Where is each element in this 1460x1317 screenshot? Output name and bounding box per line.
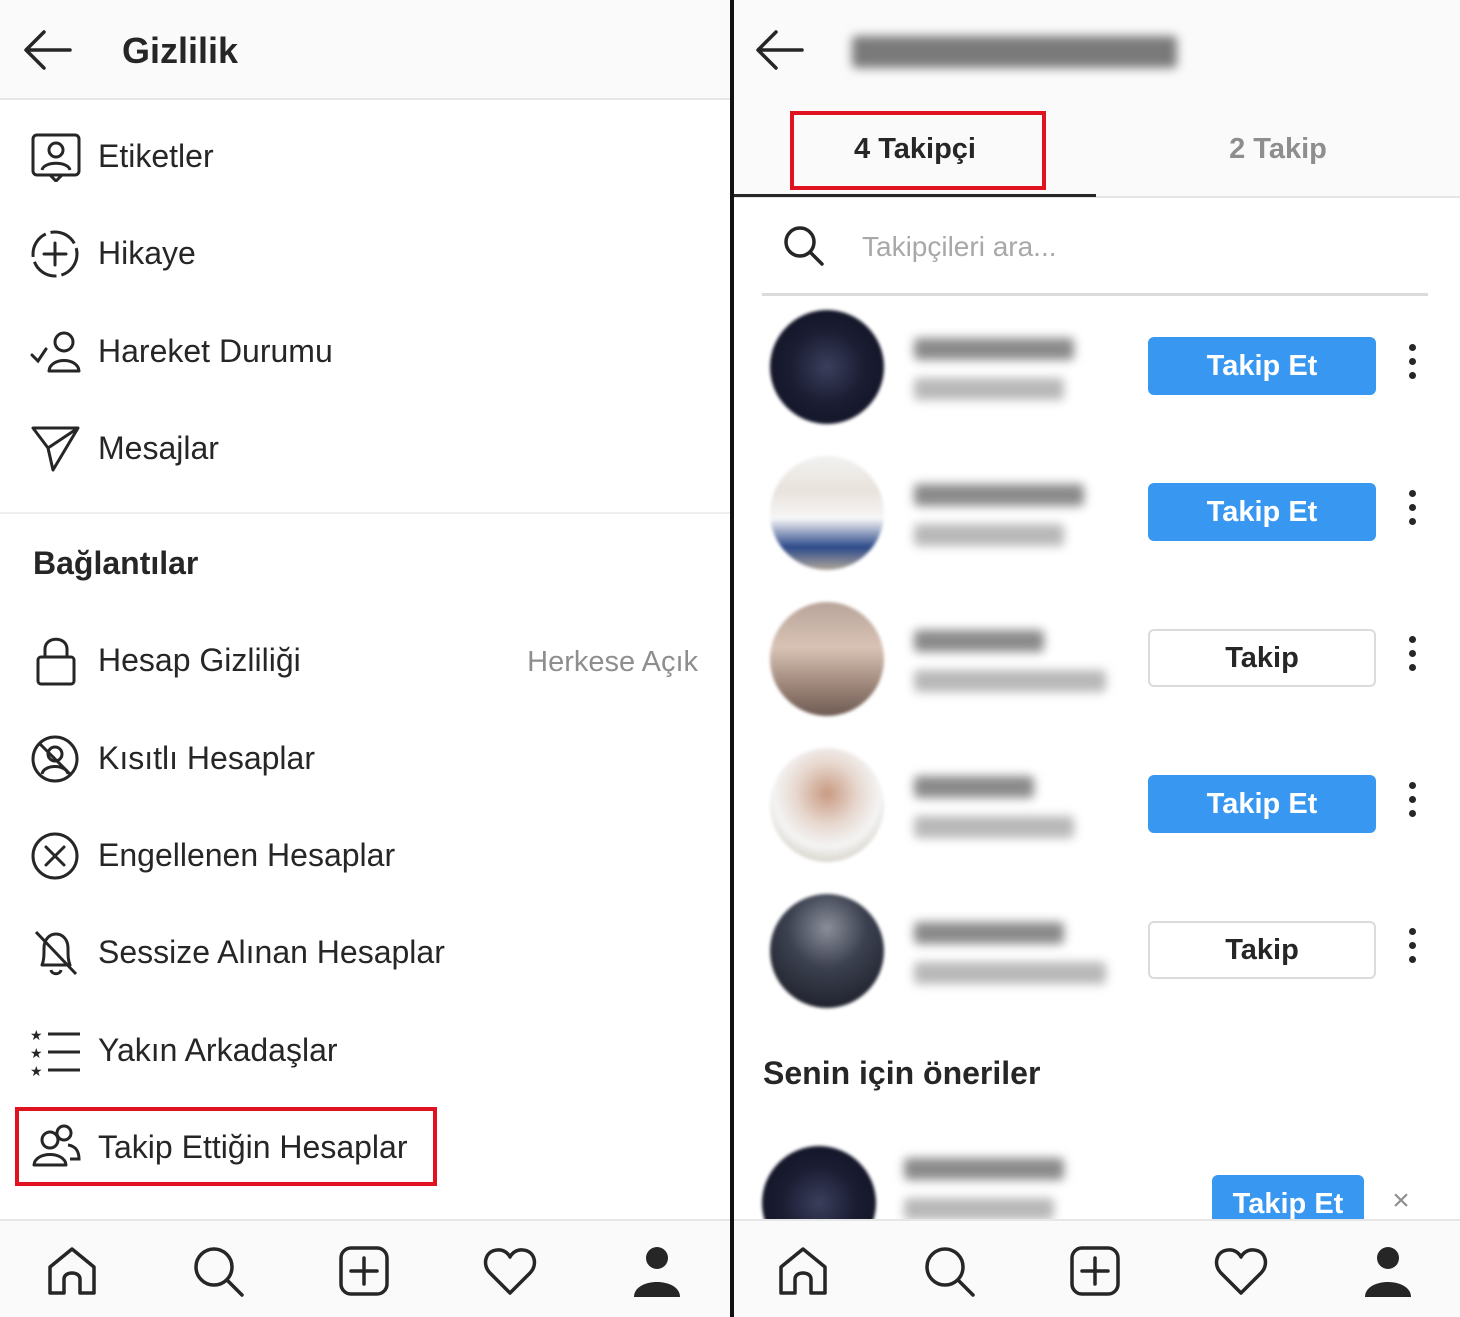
back-arrow-icon[interactable] <box>754 26 806 74</box>
settings-item-story[interactable]: Hikaye <box>0 207 730 297</box>
settings-item-label: Kısıtlı Hesaplar <box>98 740 315 776</box>
suggestions-title: Senin için öneriler <box>763 1055 1041 1091</box>
tab-following[interactable]: 2 Takip <box>1096 100 1460 198</box>
blurred-username <box>914 630 1044 652</box>
back-arrow-icon[interactable] <box>22 26 74 74</box>
settings-item-label: Mesajlar <box>98 430 219 466</box>
paper-plane-icon <box>31 426 80 472</box>
svg-text:★: ★ <box>30 1027 43 1043</box>
bottom-navigation <box>734 1219 1460 1317</box>
profile-icon[interactable] <box>629 1243 685 1299</box>
blocked-icon <box>31 832 79 880</box>
dismiss-suggestion-icon[interactable]: × <box>1386 1186 1416 1216</box>
following-button[interactable]: Takip <box>1148 629 1376 687</box>
blurred-fullname <box>914 378 1064 400</box>
tag-person-icon <box>31 133 81 182</box>
followers-panel: 4 Takipçi 2 Takip Takip Et Takip Et Taki… <box>734 0 1460 1317</box>
settings-item-muted[interactable]: Sessize Alınan Hesaplar <box>0 906 730 996</box>
blurred-username <box>914 776 1034 798</box>
more-options-icon[interactable] <box>1400 928 1424 972</box>
settings-item-label: Hareket Durumu <box>98 333 333 369</box>
avatar[interactable] <box>770 748 884 862</box>
muted-bell-icon <box>34 930 78 976</box>
settings-item-label: Sessize Alınan Hesaplar <box>98 934 445 970</box>
settings-item-label: Hesap Gizliliği <box>98 642 301 678</box>
follower-row[interactable]: Takip <box>734 894 1460 1040</box>
following-button[interactable]: Takip <box>1148 921 1376 979</box>
home-icon[interactable] <box>775 1243 831 1299</box>
blurred-fullname <box>904 1198 1054 1220</box>
settings-item-tags[interactable]: Etiketler <box>0 110 730 200</box>
avatar[interactable] <box>770 894 884 1008</box>
settings-item-messages[interactable]: Mesajlar <box>0 402 730 492</box>
blurred-fullname <box>914 670 1106 692</box>
more-options-icon[interactable] <box>1400 636 1424 680</box>
search-icon[interactable] <box>190 1243 246 1299</box>
avatar[interactable] <box>770 310 884 424</box>
bottom-navigation <box>0 1219 730 1317</box>
home-icon[interactable] <box>44 1243 100 1299</box>
account-privacy-value: Herkese Açık <box>527 646 698 678</box>
privacy-header: Gizlilik <box>0 0 730 100</box>
more-options-icon[interactable] <box>1400 344 1424 388</box>
settings-item-label: Etiketler <box>98 138 214 174</box>
blurred-username <box>852 36 1177 68</box>
svg-text:★: ★ <box>30 1063 43 1076</box>
story-add-icon <box>31 230 79 278</box>
highlight-box-followers-tab <box>790 111 1046 190</box>
follow-button[interactable]: Takip Et <box>1148 775 1376 833</box>
activity-status-icon <box>30 331 81 373</box>
avatar[interactable] <box>770 456 884 570</box>
follower-row[interactable]: Takip Et <box>734 310 1460 456</box>
highlight-box-following <box>15 1107 437 1186</box>
avatar[interactable] <box>770 602 884 716</box>
lock-icon <box>36 637 76 686</box>
close-friends-list-icon: ★ ★ ★ <box>30 1027 80 1076</box>
restricted-icon <box>31 735 79 783</box>
more-options-icon[interactable] <box>1400 782 1424 826</box>
follower-row[interactable]: Takip Et <box>734 748 1460 894</box>
new-post-icon[interactable] <box>1067 1243 1123 1299</box>
blurred-fullname <box>914 816 1074 838</box>
privacy-settings-panel: Gizlilik Etiketler Hikaye Hareket Durumu… <box>0 0 730 1317</box>
profile-icon[interactable] <box>1360 1243 1416 1299</box>
followers-search-input[interactable] <box>862 224 1402 270</box>
page-title: Gizlilik <box>122 30 239 71</box>
follow-button[interactable]: Takip Et <box>1148 483 1376 541</box>
blurred-fullname <box>914 962 1106 984</box>
settings-item-label: Engellenen Hesaplar <box>98 837 396 873</box>
section-title-connections: Bağlantılar <box>33 545 199 581</box>
follower-row[interactable]: Takip <box>734 602 1460 748</box>
blurred-username <box>904 1158 1064 1180</box>
follow-button[interactable]: Takip Et <box>1148 337 1376 395</box>
blurred-username <box>914 484 1084 506</box>
search-icon[interactable] <box>921 1243 977 1299</box>
search-icon <box>784 226 824 266</box>
heart-icon[interactable] <box>1213 1243 1269 1299</box>
settings-item-activity-status[interactable]: Hareket Durumu <box>0 305 730 395</box>
settings-item-blocked[interactable]: Engellenen Hesaplar <box>0 809 730 899</box>
settings-item-restricted[interactable]: Kısıtlı Hesaplar <box>0 712 730 802</box>
profile-header <box>734 0 1460 100</box>
svg-text:★: ★ <box>30 1045 43 1061</box>
new-post-icon[interactable] <box>336 1243 392 1299</box>
settings-item-account-privacy[interactable]: Hesap Gizliliği Herkese Açık <box>0 614 730 704</box>
active-tab-indicator <box>734 194 1096 197</box>
heart-icon[interactable] <box>482 1243 538 1299</box>
settings-item-close-friends[interactable]: ★ ★ ★ Yakın Arkadaşlar <box>0 1004 730 1094</box>
more-options-icon[interactable] <box>1400 490 1424 534</box>
blurred-username <box>914 922 1064 944</box>
followers-search-bar <box>762 210 1428 296</box>
settings-item-label: Hikaye <box>98 235 196 271</box>
blurred-username <box>914 338 1074 360</box>
blurred-fullname <box>914 524 1064 546</box>
settings-item-label: Yakın Arkadaşlar <box>98 1032 338 1068</box>
follower-row[interactable]: Takip Et <box>734 456 1460 602</box>
section-divider <box>0 512 730 514</box>
